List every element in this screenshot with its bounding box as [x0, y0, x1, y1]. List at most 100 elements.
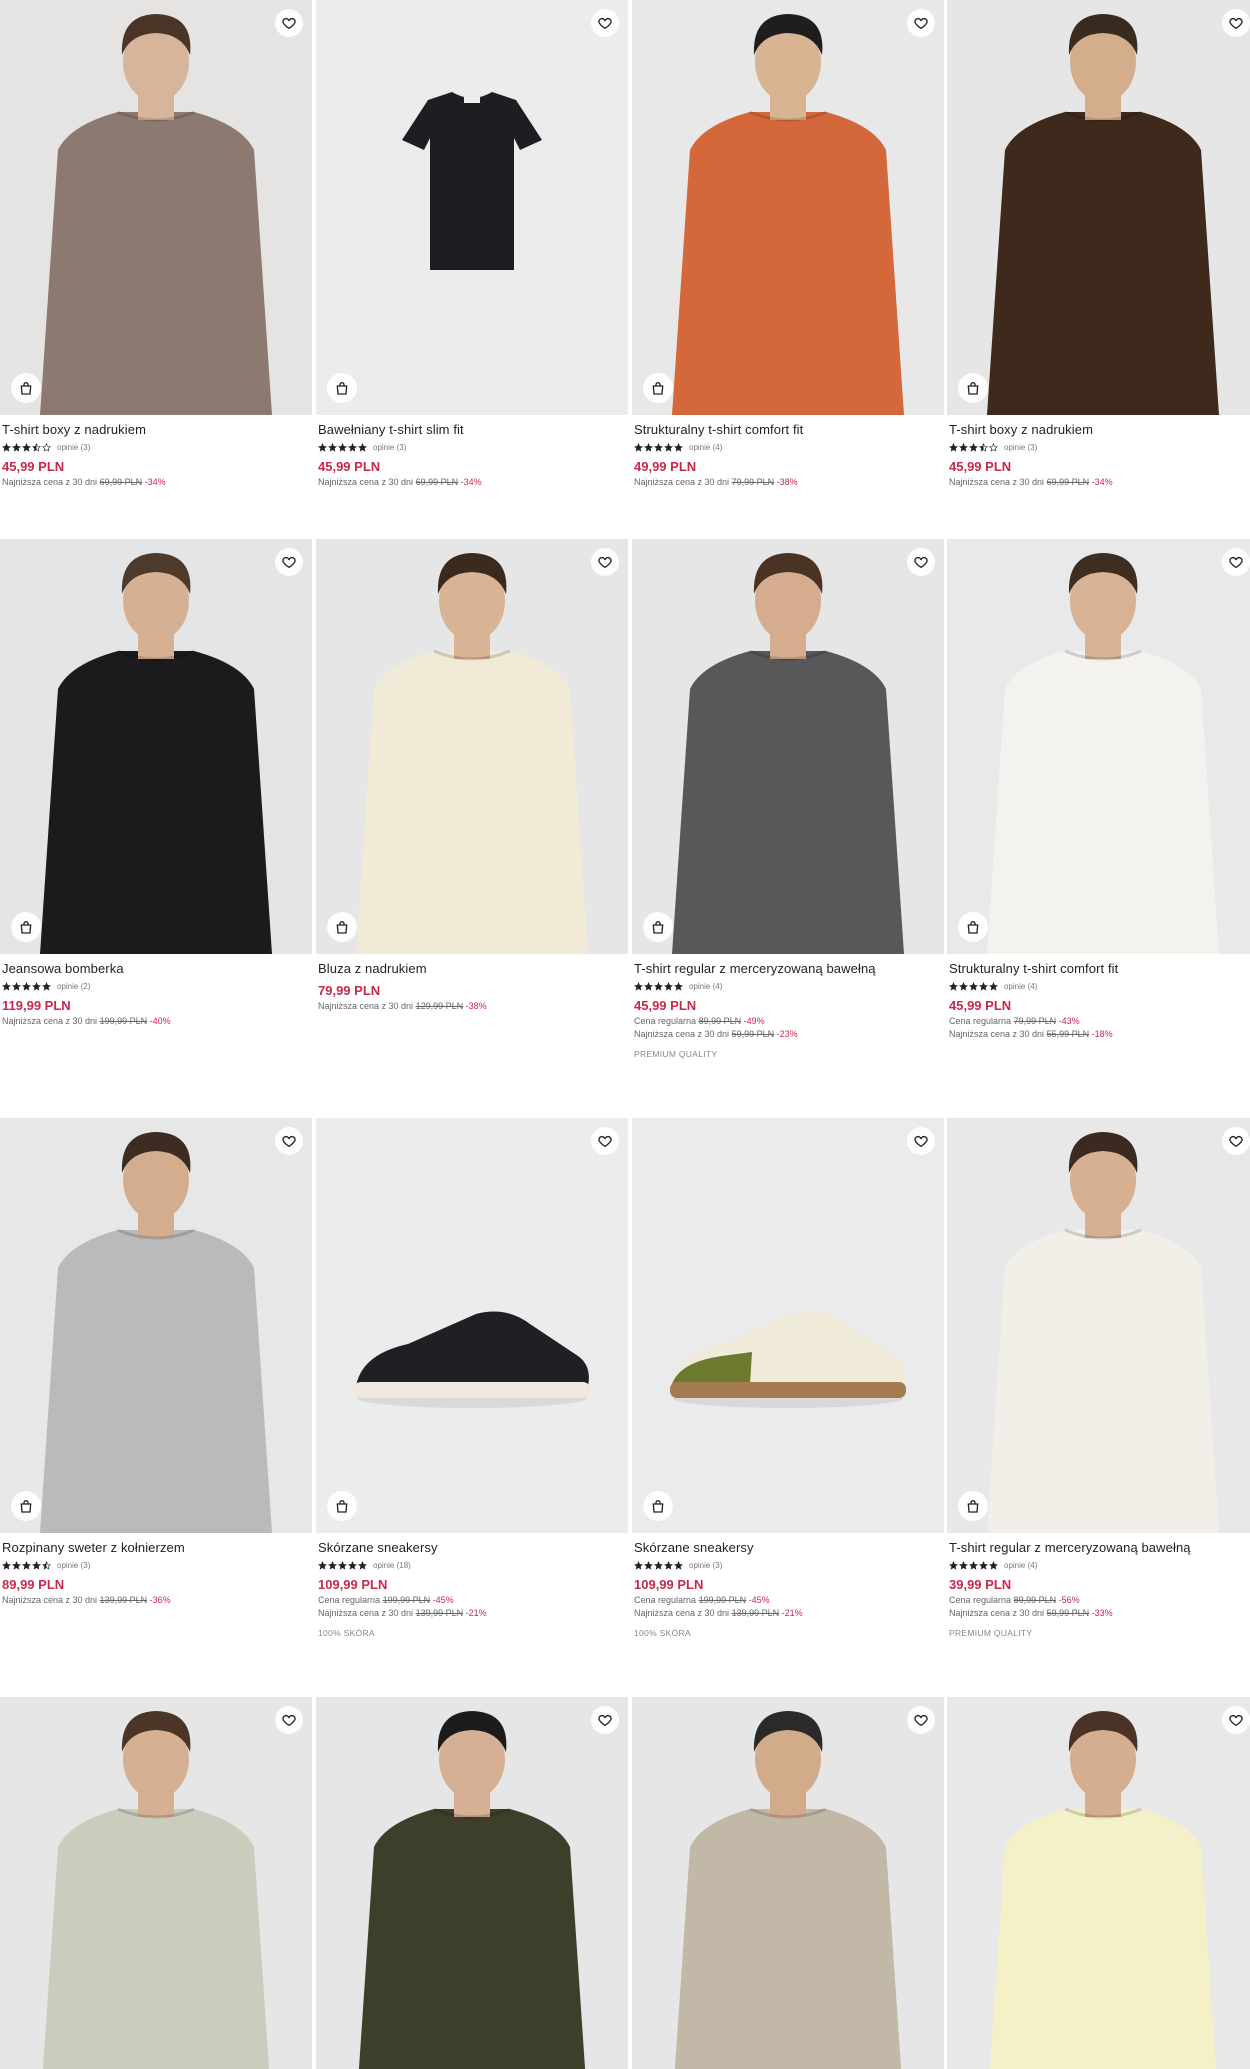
- price-history-line: Najniższa cena z 30 dni 59,99 PLN -33%: [949, 1607, 1250, 1620]
- price-label: Najniższa cena z 30 dni: [949, 477, 1045, 487]
- product-image-wrapper[interactable]: [0, 0, 312, 415]
- product-image-wrapper[interactable]: [316, 539, 628, 954]
- heart-icon[interactable]: [591, 1706, 619, 1734]
- star-icon: [2, 1560, 11, 1570]
- heart-icon[interactable]: [907, 9, 935, 37]
- heart-icon[interactable]: [907, 548, 935, 576]
- star-icon: [949, 981, 958, 991]
- shopping-bag-icon[interactable]: [643, 1491, 673, 1521]
- heart-icon[interactable]: [1222, 9, 1250, 37]
- heart-icon[interactable]: [907, 1127, 935, 1155]
- product-image[interactable]: [316, 1118, 628, 1533]
- product-rating: opinie (3): [2, 440, 310, 454]
- heart-icon[interactable]: [591, 548, 619, 576]
- shopping-bag-icon[interactable]: [327, 373, 357, 403]
- shopping-bag-icon[interactable]: [958, 373, 988, 403]
- product-image[interactable]: [632, 1697, 944, 2069]
- shopping-bag-icon[interactable]: [327, 912, 357, 942]
- price-label: Cena regularna: [634, 1595, 697, 1605]
- shopping-bag-icon[interactable]: [11, 1491, 41, 1521]
- product-rating: opinie (18): [318, 1558, 626, 1572]
- product-image[interactable]: [0, 1118, 312, 1533]
- product-rating: opinie (3): [2, 1558, 310, 1572]
- product-image[interactable]: [632, 539, 944, 954]
- old-price: 59,99 PLN: [1046, 1608, 1090, 1618]
- product-image-wrapper[interactable]: [0, 539, 312, 954]
- star-icon: [959, 981, 968, 991]
- product-image[interactable]: [316, 0, 628, 415]
- star-icon: [338, 442, 347, 452]
- heart-icon[interactable]: [591, 1127, 619, 1155]
- star-icon: [664, 981, 673, 991]
- product-price: 119,99 PLN: [2, 998, 71, 1013]
- product-image-wrapper[interactable]: [316, 1118, 628, 1533]
- rating-stars: [2, 981, 51, 991]
- shopping-bag-icon[interactable]: [958, 912, 988, 942]
- heart-icon[interactable]: [275, 548, 303, 576]
- product-image-wrapper[interactable]: [632, 539, 944, 954]
- shopping-bag-icon[interactable]: [958, 1491, 988, 1521]
- product-info: Jeansowa bomberka opinie (2) 119,99 PLN Naj…: [0, 954, 312, 1028]
- product-info: Skórzane sneakersy opinie (3) 109,99 PLN Ce…: [632, 1533, 944, 1638]
- product-image[interactable]: [632, 0, 944, 415]
- product-image[interactable]: [316, 1697, 628, 2069]
- product-image-wrapper[interactable]: [947, 0, 1250, 415]
- heart-icon[interactable]: [1222, 1127, 1250, 1155]
- review-count: opinie (3): [57, 1560, 91, 1570]
- old-price: 89,99 PLN: [698, 1016, 742, 1026]
- price-label: Najniższa cena z 30 dni: [634, 1029, 730, 1039]
- product-image-wrapper[interactable]: [947, 539, 1250, 954]
- heart-icon[interactable]: [1222, 548, 1250, 576]
- shopping-bag-icon[interactable]: [643, 373, 673, 403]
- product-image-wrapper[interactable]: [947, 1118, 1250, 1533]
- discount-badge: -36%: [149, 1595, 171, 1605]
- product-image[interactable]: [632, 1118, 944, 1533]
- product-image-wrapper[interactable]: [947, 1697, 1250, 2069]
- product-image-wrapper[interactable]: [316, 0, 628, 415]
- product-image[interactable]: [947, 539, 1250, 954]
- product-image[interactable]: [316, 539, 628, 954]
- product-image[interactable]: [947, 1118, 1250, 1533]
- price-label: Cena regularna: [634, 1016, 697, 1026]
- product-image[interactable]: [947, 0, 1250, 415]
- star-icon: [12, 981, 21, 991]
- heart-icon[interactable]: [275, 1706, 303, 1734]
- price-history-line: Najniższa cena z 30 dni 79,99 PLN -38%: [634, 476, 942, 489]
- price-history-line: Cena regularna 199,99 PLN -45%: [318, 1594, 626, 1607]
- product-card: Strukturalny t-shirt comfort fit opinie (…: [947, 539, 1250, 1041]
- price-history-line: Najniższa cena z 30 dni 199,99 PLN -40%: [2, 1015, 310, 1028]
- product-image-wrapper[interactable]: [632, 1697, 944, 2069]
- price-history-line: Najniższa cena z 30 dni 139,99 PLN -21%: [318, 1607, 626, 1620]
- star-icon: [979, 442, 988, 452]
- old-price: 69,99 PLN: [415, 477, 459, 487]
- product-image[interactable]: [0, 539, 312, 954]
- discount-badge: -34%: [1091, 477, 1113, 487]
- product-image-wrapper[interactable]: [0, 1118, 312, 1533]
- heart-icon[interactable]: [275, 1127, 303, 1155]
- product-image[interactable]: [947, 1697, 1250, 2069]
- product-image[interactable]: [0, 1697, 312, 2069]
- heart-icon[interactable]: [1222, 1706, 1250, 1734]
- heart-icon[interactable]: [275, 9, 303, 37]
- shopping-bag-icon[interactable]: [643, 912, 673, 942]
- product-rating: opinie (3): [318, 440, 626, 454]
- heart-icon[interactable]: [591, 9, 619, 37]
- product-image[interactable]: [0, 0, 312, 415]
- old-price: 139,99 PLN: [99, 1595, 148, 1605]
- product-tag: PREMIUM QUALITY: [949, 1628, 1033, 1638]
- star-icon: [664, 442, 673, 452]
- review-count: opinie (4): [1004, 1560, 1038, 1570]
- product-card: Bluza z nadrukiem 79,99 PLN Najniższa cena…: [316, 539, 628, 1013]
- shopping-bag-icon[interactable]: [327, 1491, 357, 1521]
- product-price: 45,99 PLN: [949, 998, 1012, 1013]
- product-image-wrapper[interactable]: [316, 1697, 628, 2069]
- product-image-wrapper[interactable]: [632, 0, 944, 415]
- star-icon: [358, 1560, 367, 1570]
- shopping-bag-icon[interactable]: [11, 912, 41, 942]
- product-image-wrapper[interactable]: [0, 1697, 312, 2069]
- product-image-wrapper[interactable]: [632, 1118, 944, 1533]
- product-card: Rozpinany sweter z kołnierzem opinie (3) 8…: [0, 1118, 312, 1607]
- heart-icon[interactable]: [907, 1706, 935, 1734]
- shopping-bag-icon[interactable]: [11, 373, 41, 403]
- product-name: Bawełniany t-shirt slim fit: [318, 422, 464, 437]
